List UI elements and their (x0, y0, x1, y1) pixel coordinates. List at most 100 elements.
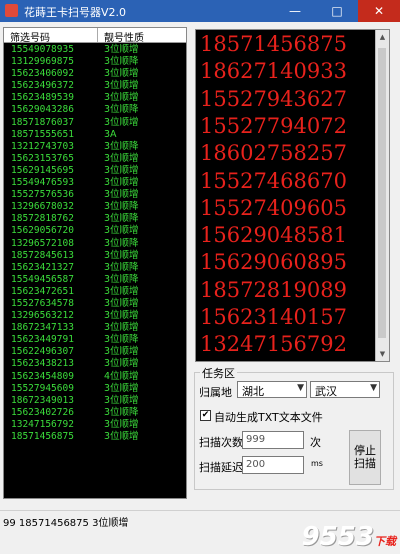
row-number: 15623438213 (11, 358, 74, 370)
list-row[interactable]: 15623406092 3位顺增 (4, 68, 186, 80)
row-type: 3位顺增 (104, 92, 139, 104)
stop-scan-button[interactable]: 停止 扫描 (349, 430, 381, 485)
title-bar: 花蒔王卡扫号器V2.0 — □ ✕ (0, 0, 400, 22)
big-number: 18572819089 (200, 277, 347, 302)
list-row[interactable]: 13212743703 3位顺降 (4, 141, 186, 153)
header-type[interactable]: 靓号性质 (104, 29, 144, 44)
row-number: 15527576536 (11, 189, 74, 201)
scroll-up-icon[interactable]: ▲ (376, 30, 389, 44)
row-type: 3位顺增 (104, 358, 139, 370)
header-number[interactable]: 筛选号码 (10, 29, 50, 44)
scan-delay-unit: ms (311, 459, 323, 468)
row-number: 18571876037 (11, 116, 74, 128)
province-value: 湖北 (242, 385, 264, 398)
minimize-button[interactable]: — (274, 0, 316, 22)
auto-txt-checkbox[interactable]: ✔ (200, 410, 211, 421)
row-type: 3位顺增 (104, 164, 139, 176)
list-row[interactable]: 15549476593 3位顺增 (4, 177, 186, 189)
list-row[interactable]: 15527634578 3位顺增 (4, 298, 186, 310)
row-number: 15623489539 (11, 92, 74, 104)
scroll-thumb[interactable] (378, 48, 386, 338)
auto-txt-label[interactable]: 自动生成TXT文本文件 (214, 409, 323, 425)
scan-count-input[interactable]: 999 (242, 431, 304, 449)
row-type: 3位顺增 (104, 382, 139, 394)
result-list[interactable]: 筛选号码 靓号性质 15549078935 3位顺增 13129969875 3位顺降… (3, 27, 187, 499)
list-rows: 15549078935 3位顺增 13129969875 3位顺降 1562340609… (4, 44, 186, 443)
region-label: 归属地 (199, 386, 232, 399)
list-row[interactable]: 15623421327 3位顺降 (4, 262, 186, 274)
row-type: 3位顺增 (104, 285, 139, 297)
list-row[interactable]: 15623153765 3位顺增 (4, 153, 186, 165)
list-row[interactable]: 18672349013 3位顺增 (4, 395, 186, 407)
list-row[interactable]: 15629145695 3位顺增 (4, 165, 186, 177)
row-number: 15623153765 (11, 152, 74, 164)
row-type: 3位顺增 (104, 297, 139, 309)
close-button[interactable]: ✕ (358, 0, 400, 22)
big-number: 13247156792 (200, 332, 347, 357)
city-select[interactable]: 武汉 ▼ (310, 381, 380, 398)
row-number: 15623421327 (11, 261, 74, 273)
list-row[interactable]: 18571555651 3A (4, 129, 186, 141)
list-row[interactable]: 18571876037 3位顺增 (4, 117, 186, 129)
site-watermark: 9553下载 (302, 522, 396, 552)
big-number-display[interactable]: 18571456875 18627140933 15527943627 1552779… (195, 29, 390, 362)
province-select[interactable]: 湖北 ▼ (237, 381, 307, 398)
list-row[interactable]: 13296678032 3位顺降 (4, 201, 186, 213)
row-type: 3位顺增 (104, 189, 139, 201)
scan-delay-input[interactable]: 200 (242, 456, 304, 474)
scroll-down-icon[interactable]: ▼ (376, 347, 389, 361)
row-type: 3位顺降 (104, 56, 139, 68)
row-number: 15623454809 (11, 370, 74, 382)
row-type: 3位顺增 (104, 44, 139, 55)
list-row[interactable]: 18572818762 3位顺降 (4, 213, 186, 225)
city-value: 武汉 (315, 385, 337, 398)
list-row[interactable]: 13129969875 3位顺降 (4, 56, 186, 68)
row-number: 13212743703 (11, 140, 74, 152)
row-type: 3位顺增 (104, 152, 139, 164)
row-number: 13296563212 (11, 310, 74, 322)
row-number: 13296678032 (11, 201, 74, 213)
list-row[interactable]: 13296572108 3位顺降 (4, 238, 186, 250)
row-type: 3位顺增 (104, 249, 139, 261)
list-row[interactable]: 15623472651 3位顺增 (4, 286, 186, 298)
window-title: 花蒔王卡扫号器V2.0 (24, 6, 127, 19)
row-type: 3位顺增 (104, 177, 139, 189)
list-row[interactable]: 13296563212 3位顺增 (4, 310, 186, 322)
watermark-number: 9553 (301, 522, 374, 552)
row-number: 15549456587 (11, 273, 74, 285)
list-row[interactable]: 18672347133 3位顺增 (4, 322, 186, 334)
row-type: 3位顺增 (104, 225, 139, 237)
row-number: 13247156792 (11, 418, 74, 430)
list-row[interactable]: 15629056720 3位顺增 (4, 225, 186, 237)
list-row[interactable]: 15527945609 3位顺增 (4, 383, 186, 395)
row-type: 3位顺增 (104, 431, 139, 442)
list-row[interactable]: 15549456587 3位顺降 (4, 274, 186, 286)
list-row[interactable]: 15549078935 3位顺增 (4, 44, 186, 56)
list-row[interactable]: 18572845613 3位顺增 (4, 250, 186, 262)
list-row[interactable]: 15623489539 3位顺增 (4, 92, 186, 104)
row-type: 3位顺增 (104, 116, 139, 128)
row-number: 15622496307 (11, 346, 74, 358)
list-row[interactable]: 15527576536 3位顺增 (4, 189, 186, 201)
maximize-button[interactable]: □ (316, 0, 358, 22)
scan-count-label: 扫描次数 (199, 436, 243, 449)
list-row[interactable]: 18571456875 3位顺增 (4, 431, 186, 443)
list-row[interactable]: 13247156792 3位顺增 (4, 419, 186, 431)
stop-button-line1: 停止 (354, 444, 376, 457)
list-row[interactable]: 15622496307 3位顺增 (4, 346, 186, 358)
row-number: 13296572108 (11, 237, 74, 249)
big-number: 15629048581 (200, 223, 347, 248)
vertical-scrollbar[interactable]: ▲ ▼ (375, 30, 389, 361)
row-type: 4位顺增 (104, 370, 139, 382)
list-row[interactable]: 15623402726 3位顺降 (4, 407, 186, 419)
row-number: 15549476593 (11, 177, 74, 189)
status-text: 99 18571456875 3位顺增 (3, 518, 129, 529)
row-type: 3位顺增 (104, 418, 139, 430)
scan-count-unit: 次 (310, 436, 321, 449)
list-row[interactable]: 15629043286 3位顺降 (4, 104, 186, 116)
row-type: 3位顺降 (104, 334, 139, 346)
list-row[interactable]: 15623449791 3位顺降 (4, 334, 186, 346)
list-row[interactable]: 15623454809 4位顺增 (4, 371, 186, 383)
list-row[interactable]: 15623496372 3位顺增 (4, 80, 186, 92)
list-row[interactable]: 15623438213 3位顺增 (4, 358, 186, 370)
